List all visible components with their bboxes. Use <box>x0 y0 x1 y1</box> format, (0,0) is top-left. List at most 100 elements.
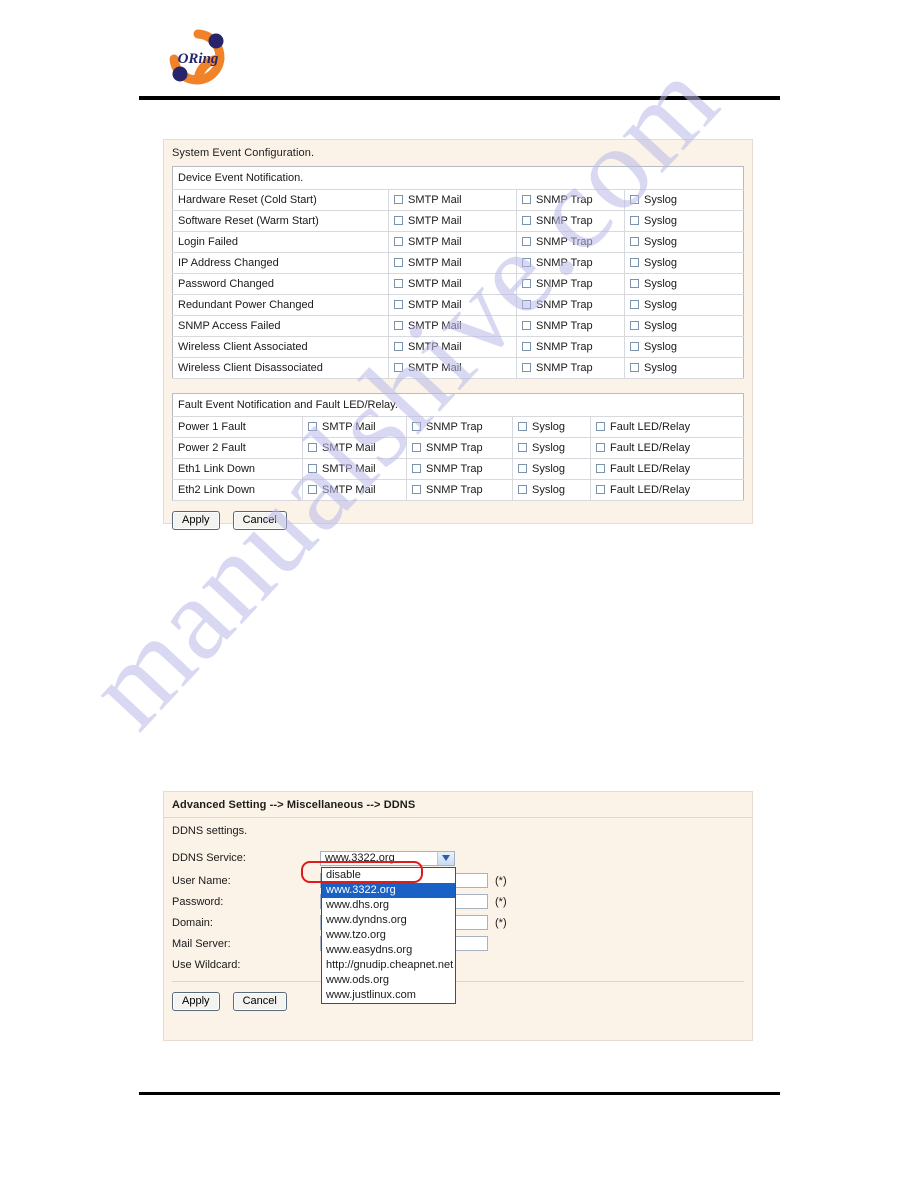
checkbox-snmp-trap[interactable] <box>522 195 531 204</box>
checkbox-snmp-trap[interactable] <box>412 443 421 452</box>
checkbox-fault-led-relay[interactable] <box>596 464 605 473</box>
checkbox-smtp-mail[interactable] <box>394 237 403 246</box>
event-option-cell[interactable]: Fault LED/Relay <box>590 479 744 501</box>
checkbox-snmp-trap[interactable] <box>522 279 531 288</box>
checkbox-snmp-trap[interactable] <box>522 321 531 330</box>
event-option-cell[interactable]: SMTP Mail <box>388 294 517 316</box>
event-option-cell[interactable]: Syslog <box>624 336 744 358</box>
checkbox-fault-led-relay[interactable] <box>596 422 605 431</box>
ddns-option[interactable]: www.ods.org <box>322 973 455 988</box>
system-event-cancel-button[interactable]: Cancel <box>232 511 287 530</box>
checkbox-syslog[interactable] <box>630 363 639 372</box>
checkbox-syslog[interactable] <box>630 321 639 330</box>
event-option-cell[interactable]: SMTP Mail <box>388 189 517 211</box>
ddns-option[interactable]: www.tzo.org <box>322 928 455 943</box>
ddns-service-option-list[interactable]: disable www.3322.org www.dhs.org www.dyndns… <box>321 866 456 1004</box>
event-option-cell[interactable]: Syslog <box>624 315 744 337</box>
event-option-cell[interactable]: Syslog <box>624 210 744 232</box>
event-option-cell[interactable]: SMTP Mail <box>388 231 517 253</box>
event-option-cell[interactable]: SNMP Trap <box>516 210 625 232</box>
checkbox-syslog[interactable] <box>518 464 527 473</box>
checkbox-snmp-trap[interactable] <box>522 342 531 351</box>
checkbox-smtp-mail[interactable] <box>394 321 403 330</box>
event-option-cell[interactable]: SNMP Trap <box>516 273 625 295</box>
ddns-option[interactable]: www.justlinux.com <box>322 988 455 1003</box>
ddns-option[interactable]: www.3322.org <box>322 882 455 898</box>
checkbox-snmp-trap[interactable] <box>522 237 531 246</box>
system-event-apply-button[interactable]: Apply <box>172 511 220 530</box>
event-option-cell[interactable]: SNMP Trap <box>516 315 625 337</box>
event-option-cell[interactable]: SNMP Trap <box>516 357 625 379</box>
event-option-cell[interactable]: SNMP Trap <box>406 416 513 438</box>
ddns-option[interactable]: http://gnudip.cheapnet.net <box>322 958 455 973</box>
event-option-cell[interactable]: SNMP Trap <box>406 479 513 501</box>
event-option-cell[interactable]: SNMP Trap <box>516 252 625 274</box>
event-option-cell[interactable]: SNMP Trap <box>516 336 625 358</box>
event-option-cell[interactable]: Syslog <box>512 479 591 501</box>
event-option-cell[interactable]: Syslog <box>512 437 591 459</box>
checkbox-snmp-trap[interactable] <box>412 422 421 431</box>
checkbox-snmp-trap[interactable] <box>522 258 531 267</box>
event-option-cell[interactable]: SMTP Mail <box>302 479 407 501</box>
event-option-cell[interactable]: SNMP Trap <box>516 189 625 211</box>
event-option-cell[interactable]: SMTP Mail <box>302 458 407 480</box>
checkbox-syslog[interactable] <box>518 485 527 494</box>
checkbox-smtp-mail[interactable] <box>394 216 403 225</box>
event-option-cell[interactable]: Syslog <box>512 458 591 480</box>
checkbox-smtp-mail[interactable] <box>394 279 403 288</box>
checkbox-smtp-mail[interactable] <box>394 300 403 309</box>
event-option-cell[interactable]: SMTP Mail <box>388 252 517 274</box>
event-option-cell[interactable]: SMTP Mail <box>388 357 517 379</box>
checkbox-snmp-trap[interactable] <box>522 216 531 225</box>
checkbox-syslog[interactable] <box>630 300 639 309</box>
ddns-option[interactable]: www.dhs.org <box>322 898 455 913</box>
event-option-cell[interactable]: Syslog <box>624 252 744 274</box>
checkbox-syslog[interactable] <box>630 258 639 267</box>
event-option-cell[interactable]: Syslog <box>624 294 744 316</box>
checkbox-smtp-mail[interactable] <box>394 258 403 267</box>
chevron-down-icon[interactable] <box>437 851 454 865</box>
ddns-service-select[interactable]: www.3322.org disable www.3322.org www.dhs.… <box>320 850 456 1004</box>
event-option-cell[interactable]: SNMP Trap <box>516 294 625 316</box>
event-option-cell[interactable]: SMTP Mail <box>302 437 407 459</box>
event-option-cell[interactable]: SNMP Trap <box>406 458 513 480</box>
checkbox-syslog[interactable] <box>630 237 639 246</box>
checkbox-snmp-trap[interactable] <box>412 464 421 473</box>
checkbox-smtp-mail[interactable] <box>394 342 403 351</box>
event-option-cell[interactable]: SMTP Mail <box>388 273 517 295</box>
event-option-cell[interactable]: SNMP Trap <box>516 231 625 253</box>
checkbox-smtp-mail[interactable] <box>308 485 317 494</box>
event-option-cell[interactable]: SNMP Trap <box>406 437 513 459</box>
checkbox-smtp-mail[interactable] <box>394 363 403 372</box>
ddns-option[interactable]: www.dyndns.org <box>322 913 455 928</box>
checkbox-snmp-trap[interactable] <box>522 300 531 309</box>
event-option-cell[interactable]: SMTP Mail <box>388 336 517 358</box>
ddns-apply-button[interactable]: Apply <box>172 992 220 1011</box>
event-option-cell[interactable]: SMTP Mail <box>388 210 517 232</box>
checkbox-snmp-trap[interactable] <box>412 485 421 494</box>
event-option-cell[interactable]: Syslog <box>624 273 744 295</box>
event-option-cell[interactable]: Syslog <box>624 231 744 253</box>
event-option-cell[interactable]: Syslog <box>512 416 591 438</box>
ddns-option[interactable]: www.easydns.org <box>322 943 455 958</box>
checkbox-snmp-trap[interactable] <box>522 363 531 372</box>
event-option-cell[interactable]: Fault LED/Relay <box>590 458 744 480</box>
event-option-cell[interactable]: Fault LED/Relay <box>590 437 744 459</box>
checkbox-fault-led-relay[interactable] <box>596 485 605 494</box>
checkbox-syslog[interactable] <box>630 279 639 288</box>
event-option-cell[interactable]: Fault LED/Relay <box>590 416 744 438</box>
checkbox-syslog[interactable] <box>630 342 639 351</box>
checkbox-smtp-mail[interactable] <box>308 422 317 431</box>
event-option-cell[interactable]: Syslog <box>624 189 744 211</box>
event-option-cell[interactable]: SMTP Mail <box>302 416 407 438</box>
checkbox-syslog[interactable] <box>518 422 527 431</box>
checkbox-syslog[interactable] <box>518 443 527 452</box>
checkbox-fault-led-relay[interactable] <box>596 443 605 452</box>
event-option-cell[interactable]: SMTP Mail <box>388 315 517 337</box>
checkbox-syslog[interactable] <box>630 216 639 225</box>
checkbox-syslog[interactable] <box>630 195 639 204</box>
checkbox-smtp-mail[interactable] <box>308 464 317 473</box>
checkbox-smtp-mail[interactable] <box>394 195 403 204</box>
ddns-cancel-button[interactable]: Cancel <box>232 992 287 1011</box>
checkbox-smtp-mail[interactable] <box>308 443 317 452</box>
